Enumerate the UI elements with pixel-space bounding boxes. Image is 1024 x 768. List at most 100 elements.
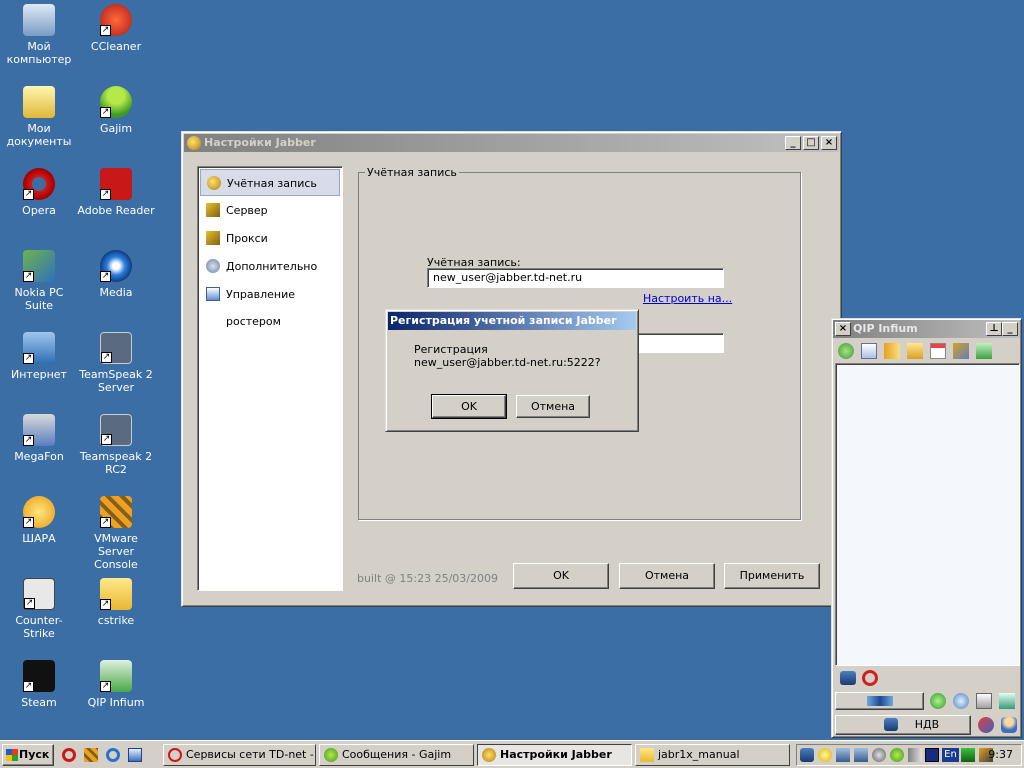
desktop-icon-megafon[interactable]: ↗ MegaFon	[0, 414, 78, 463]
glasses-icon[interactable]	[840, 671, 856, 685]
dialog-titlebar[interactable]: Регистрация учетной записи Jabber	[388, 312, 636, 330]
network-tray-icon[interactable]	[836, 748, 850, 762]
user-icon[interactable]	[1001, 717, 1017, 733]
bulb-tray-icon[interactable]	[818, 748, 832, 762]
desktop-icon-counter-strike[interactable]: ↗ Counter-Strike	[0, 578, 78, 640]
apply-label: Применить	[739, 569, 805, 582]
desktop-icon-steam[interactable]: ↗ Steam	[0, 660, 78, 709]
battery-tray-icon[interactable]	[961, 748, 975, 762]
dialog-message-line1: Регистрация	[414, 343, 488, 356]
taskbar: Пуск Сервисы сети TD-net -... Сообщения …	[0, 740, 1024, 768]
build-info: built @ 15:23 25/03/2009	[357, 572, 498, 585]
configure-link[interactable]: Настроить на...	[643, 292, 732, 305]
find-contact-icon[interactable]	[953, 693, 969, 709]
desktop-icon-ccleaner[interactable]: ↗ CCleaner	[77, 4, 155, 53]
desktop-icon-adobe-reader[interactable]: ↗ Adobe Reader	[77, 168, 155, 217]
gajim-icon	[324, 748, 338, 762]
qip-close-button[interactable]: ×	[835, 322, 851, 336]
dialog-ok-button[interactable]: OK	[431, 394, 507, 419]
adobe-reader-icon: ↗	[100, 168, 132, 200]
folder-icon	[640, 748, 654, 762]
task-button-tdnet[interactable]: Сервисы сети TD-net -...	[163, 744, 316, 766]
desktop-icon-media[interactable]: ↗ Media	[77, 250, 155, 299]
desktop-quicklaunch-icon[interactable]	[128, 748, 142, 762]
location-icon[interactable]	[978, 717, 994, 733]
sync-tray-icon[interactable]	[872, 748, 886, 762]
task-button-jabber-settings[interactable]: Настройки Jabber	[477, 744, 632, 766]
desktop-icon-cstrike[interactable]: ↗ cstrike	[77, 578, 155, 627]
account-field[interactable]: new_user@jabber.td-net.ru	[427, 268, 724, 288]
desktop-icon-nokia[interactable]: ↗ Nokia PC Suite	[0, 250, 78, 312]
qip-pin-button[interactable]: ⊥	[986, 322, 1002, 336]
jabber-settings-titlebar[interactable]: Настройки Jabber _ □ ×	[184, 134, 839, 152]
task-button-folder[interactable]: jabr1x_manual	[635, 744, 790, 766]
app-quicklaunch-icon[interactable]	[84, 748, 98, 762]
internet-icon: ↗	[23, 332, 55, 364]
folder-icon: ↗	[100, 578, 132, 610]
close-button[interactable]: ×	[821, 136, 837, 150]
volume-tray-icon[interactable]	[908, 748, 922, 762]
qip-status-selector[interactable]	[835, 692, 924, 710]
maximize-button[interactable]: □	[803, 136, 819, 150]
history-icon[interactable]	[861, 343, 877, 359]
nav-item-server[interactable]: Сервер	[200, 197, 340, 224]
qip-contact-list[interactable]	[835, 363, 1020, 666]
opera-quicklaunch-icon[interactable]	[62, 748, 76, 762]
edit-icon[interactable]	[976, 693, 992, 709]
desktop-icon-label: cstrike	[97, 614, 135, 627]
arrows-icon	[866, 696, 893, 706]
glasses-tray-icon[interactable]	[800, 748, 814, 762]
cancel-button[interactable]: Отмена	[619, 563, 715, 589]
language-indicator[interactable]: En	[942, 748, 959, 762]
ok-button[interactable]: OK	[513, 563, 609, 589]
desktop-icon-gajim[interactable]: ↗ Gajim	[77, 86, 155, 135]
windows-logo-icon	[6, 749, 18, 761]
key-icon	[482, 748, 496, 762]
desktop-icon-vmware[interactable]: ↗ VMware Server Console	[77, 496, 155, 571]
counter-strike-icon: ↗	[23, 578, 55, 610]
nav-item-proxy[interactable]: Прокси	[200, 225, 340, 252]
desktop-icon-teamspeak-server[interactable]: ↗ TeamSpeak 2 Server	[77, 332, 155, 394]
ie-quicklaunch-icon[interactable]	[106, 748, 120, 762]
desktop-icon-label: Gajim	[99, 122, 133, 135]
apply-button[interactable]: Применить	[724, 563, 820, 589]
desktop-icon-qip[interactable]: ↗ QIP Infium	[77, 660, 155, 709]
desktop-icon-opera[interactable]: ↗ Opera	[0, 168, 78, 217]
nav-item-advanced[interactable]: Дополнительно	[200, 253, 340, 280]
filter-icon[interactable]	[999, 693, 1015, 709]
nokia-pc-suite-icon: ↗	[23, 250, 55, 282]
media-player-icon: ↗	[100, 250, 132, 282]
network2-tray-icon[interactable]	[854, 748, 868, 762]
contacts-icon[interactable]	[838, 343, 854, 359]
vmware-icon: ↗	[100, 496, 132, 528]
desktop-icon-label: Adobe Reader	[77, 204, 155, 217]
gajim-tray-icon[interactable]	[890, 748, 904, 762]
online-status-icon[interactable]	[930, 693, 946, 709]
sound-icon[interactable]	[884, 343, 900, 359]
nav-item-account[interactable]: Учётная запись	[200, 169, 340, 196]
qip-protocol-status[interactable]: НДВ	[835, 715, 971, 735]
qip-minimize-button[interactable]: _	[1002, 322, 1018, 336]
dialog-cancel-label: Отмена	[530, 400, 576, 413]
teamspeak-rc2-icon: ↗	[100, 414, 132, 446]
desktop-icon-my-computer[interactable]: Мой компьютер	[0, 4, 78, 66]
files-icon[interactable]	[907, 343, 923, 359]
dialog-cancel-button[interactable]: Отмена	[516, 395, 590, 418]
search-icon[interactable]	[862, 670, 878, 686]
start-button[interactable]: Пуск	[2, 744, 54, 766]
desktop-icon-teamspeak-rc2[interactable]: ↗ Teamspeak 2 RC2	[77, 414, 155, 476]
minimize-button[interactable]: _	[785, 136, 801, 150]
dialog-message-line2: new_user@jabber.td-net.ru:5222?	[414, 356, 601, 369]
task-label: Сообщения - Gajim	[342, 748, 452, 761]
plugins-icon[interactable]	[976, 343, 992, 359]
monitor-tray-icon[interactable]	[925, 748, 939, 762]
nav-item-roster[interactable]: Управление ростером	[200, 281, 340, 328]
tools-icon[interactable]	[953, 343, 969, 359]
desktop-icon-my-documents[interactable]: Мои документы	[0, 86, 78, 148]
desktop-icon-label: MegaFon	[14, 450, 64, 463]
desktop-icon-internet[interactable]: ↗ Интернет	[0, 332, 78, 381]
qip-titlebar[interactable]: × QIP Infium ⊥ _	[833, 320, 1020, 338]
task-button-gajim[interactable]: Сообщения - Gajim	[319, 744, 474, 766]
desktop-icon-shara[interactable]: ↗ ШАРА	[0, 496, 78, 545]
calendar-icon[interactable]	[930, 343, 946, 359]
